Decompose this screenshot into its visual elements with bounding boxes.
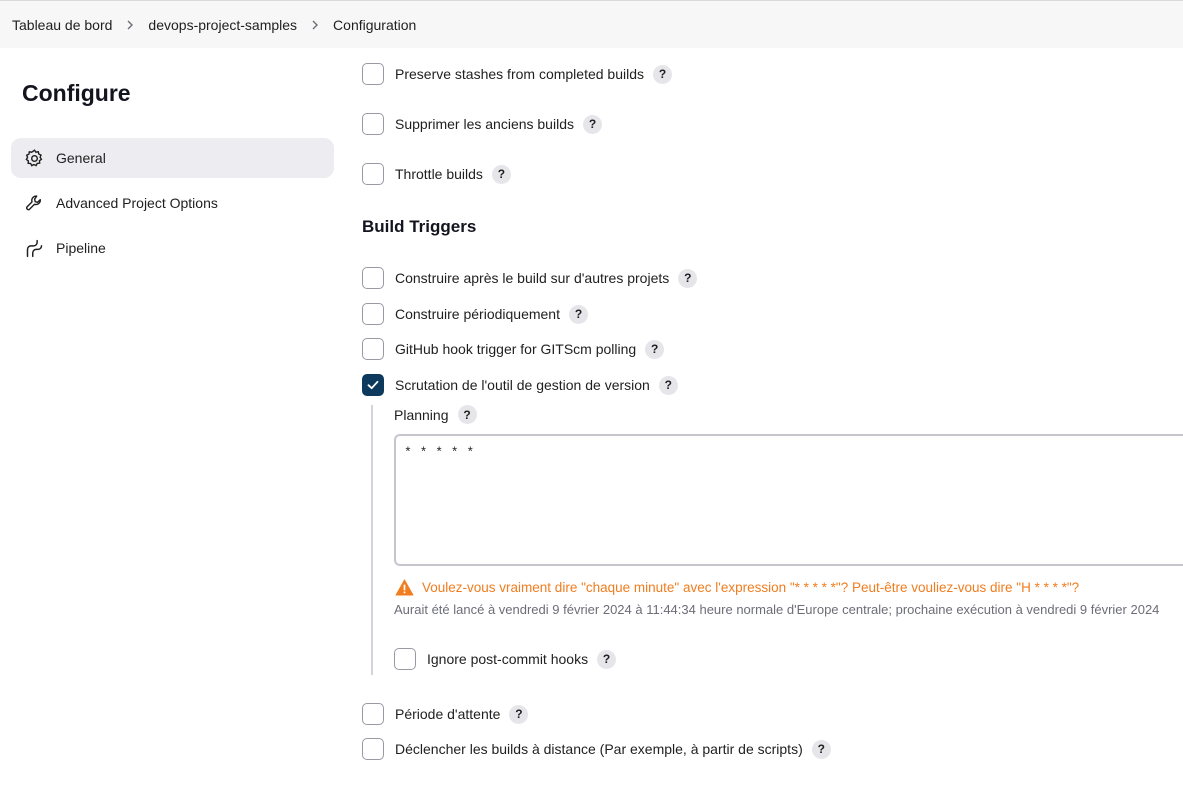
- option-remote-trigger: Déclencher les builds à distance (Par ex…: [362, 737, 831, 761]
- option-label: Supprimer les anciens builds: [395, 116, 574, 132]
- after-other-projects-checkbox[interactable]: [362, 267, 384, 289]
- chevron-right-icon: [112, 20, 148, 30]
- planning-field-label: Planning ?: [394, 405, 477, 424]
- option-label: Ignore post-commit hooks: [427, 651, 589, 667]
- trigger-github-hook: GitHub hook trigger for GITScm polling ?: [362, 337, 665, 361]
- option-label: Scrutation de l'outil de gestion de vers…: [395, 377, 650, 393]
- option-label: Preserve stashes from completed builds: [395, 66, 644, 82]
- top-bar: Tableau de bord devops-project-samples C…: [0, 0, 1183, 48]
- option-ignore-post-commit-hooks: Ignore post-commit hooks ?: [394, 647, 617, 671]
- help-icon[interactable]: ?: [597, 649, 617, 669]
- schedule-info: Aurait été lancé à vendredi 9 février 20…: [394, 602, 1160, 617]
- option-label: Période d'attente: [395, 706, 501, 722]
- help-icon[interactable]: ?: [582, 114, 602, 134]
- trigger-periodic: Construire périodiquement ?: [362, 302, 588, 326]
- periodic-build-checkbox[interactable]: [362, 303, 384, 325]
- option-label: Throttle builds: [395, 166, 483, 182]
- help-icon[interactable]: ?: [568, 304, 588, 324]
- ignore-post-commit-hooks-checkbox[interactable]: [394, 648, 416, 670]
- schedule-warning: Voulez-vous vraiment dire "chaque minute…: [395, 579, 1079, 596]
- warning-icon: [395, 579, 414, 596]
- trigger-scm-polling: Scrutation de l'outil de gestion de vers…: [362, 373, 678, 397]
- help-icon[interactable]: ?: [645, 339, 665, 359]
- chevron-right-icon: [297, 20, 333, 30]
- scm-polling-checkbox[interactable]: [362, 374, 384, 396]
- breadcrumb-configuration[interactable]: Configuration: [333, 17, 416, 33]
- nested-indent-line: [371, 405, 373, 675]
- help-icon[interactable]: ?: [457, 405, 477, 424]
- pipeline-icon: [23, 237, 45, 259]
- github-hook-checkbox[interactable]: [362, 338, 384, 360]
- page-title: Configure: [22, 80, 131, 106]
- breadcrumb: Tableau de bord devops-project-samples C…: [12, 17, 416, 33]
- schedule-textarea[interactable]: [394, 434, 1183, 566]
- option-label: Construire après le build sur d'autres p…: [395, 270, 670, 286]
- sidebar-item-pipeline[interactable]: Pipeline: [11, 228, 334, 268]
- quiet-period-checkbox[interactable]: [362, 703, 384, 725]
- planning-label-text: Planning: [394, 406, 449, 423]
- throttle-builds-checkbox[interactable]: [362, 163, 384, 185]
- section-title-build-triggers: Build Triggers: [362, 217, 477, 236]
- sidebar-item-general[interactable]: General: [11, 138, 334, 178]
- discard-old-builds-checkbox[interactable]: [362, 113, 384, 135]
- sidebar-item-label: General: [56, 150, 106, 166]
- sidebar-item-label: Pipeline: [56, 240, 106, 256]
- breadcrumb-project[interactable]: devops-project-samples: [148, 17, 297, 33]
- breadcrumb-dashboard[interactable]: Tableau de bord: [12, 17, 112, 33]
- preserve-stashes-checkbox[interactable]: [362, 63, 384, 85]
- checkmark-icon: [367, 380, 379, 390]
- remote-trigger-checkbox[interactable]: [362, 738, 384, 760]
- help-icon[interactable]: ?: [658, 375, 678, 395]
- help-icon[interactable]: ?: [509, 704, 529, 724]
- option-preserve-stashes: Preserve stashes from completed builds ?: [362, 62, 672, 86]
- option-label: Déclencher les builds à distance (Par ex…: [395, 741, 803, 757]
- option-discard-old-builds: Supprimer les anciens builds ?: [362, 112, 602, 136]
- help-icon[interactable]: ?: [811, 739, 831, 759]
- option-throttle-builds: Throttle builds ?: [362, 162, 511, 186]
- help-icon[interactable]: ?: [678, 268, 698, 288]
- option-label: Construire périodiquement: [395, 306, 560, 322]
- sidebar-item-advanced-project-options[interactable]: Advanced Project Options: [11, 183, 334, 223]
- sidebar-item-label: Advanced Project Options: [56, 195, 218, 211]
- help-icon[interactable]: ?: [491, 164, 511, 184]
- help-icon[interactable]: ?: [653, 64, 672, 84]
- warning-text: Voulez-vous vraiment dire "chaque minute…: [422, 580, 1080, 595]
- gear-icon: [23, 147, 45, 169]
- option-quiet-period: Période d'attente ?: [362, 702, 529, 726]
- trigger-after-other-projects: Construire après le build sur d'autres p…: [362, 266, 698, 290]
- wrench-icon: [23, 192, 45, 214]
- option-label: GitHub hook trigger for GITScm polling: [395, 341, 637, 357]
